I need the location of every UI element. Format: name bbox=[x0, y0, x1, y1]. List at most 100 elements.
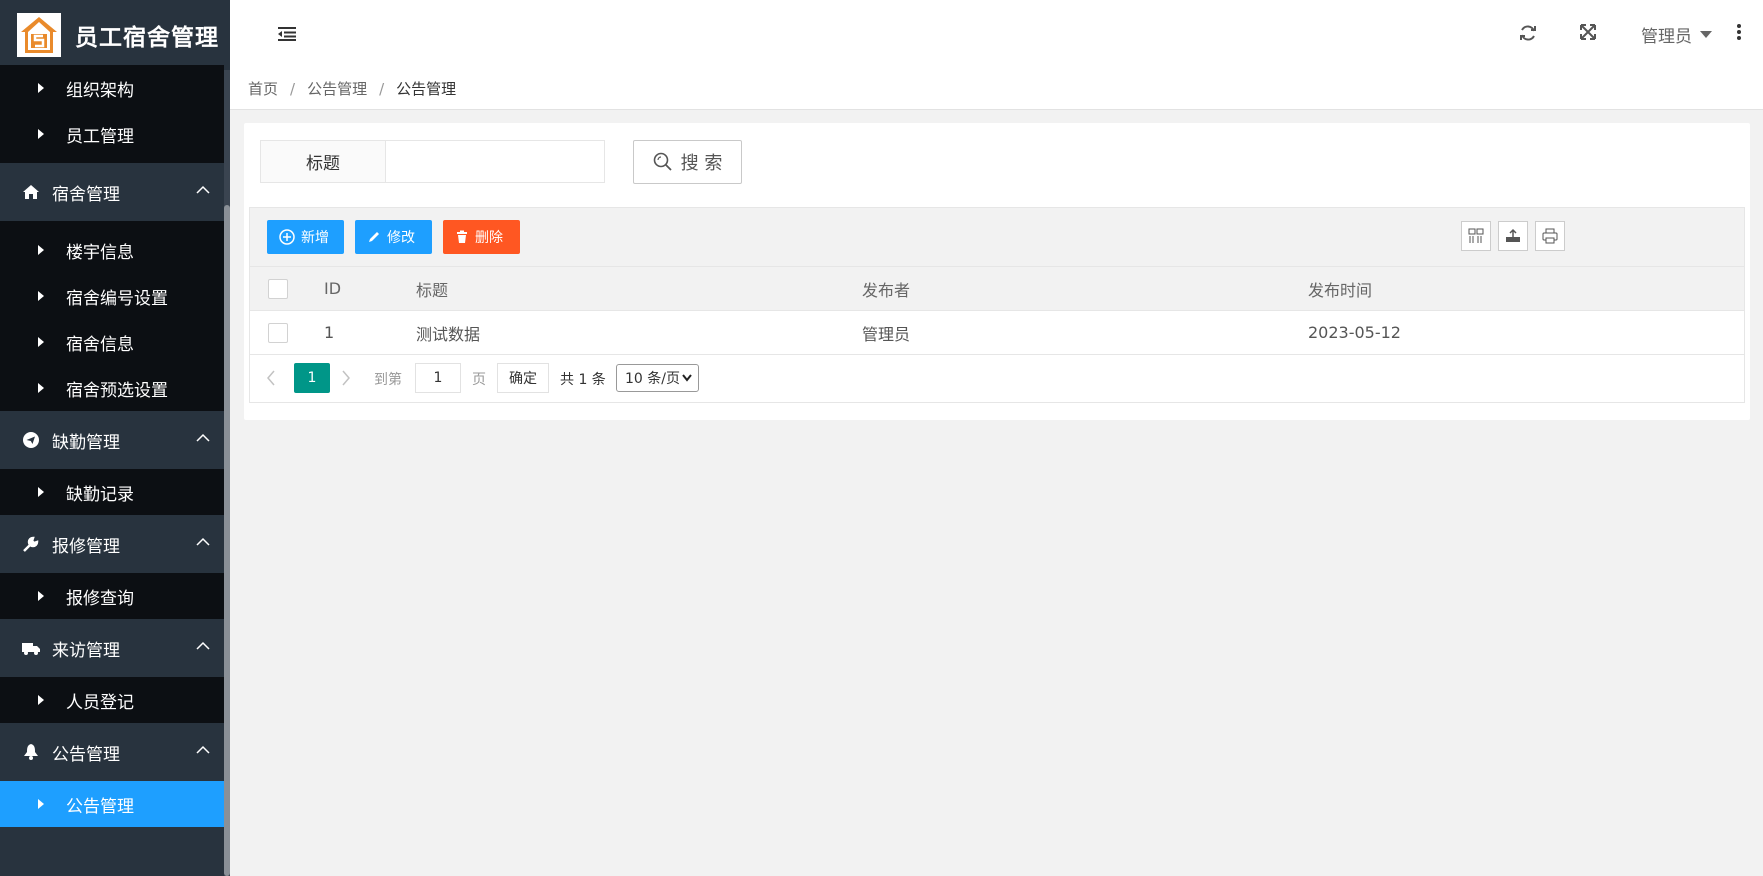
page-current[interactable]: 1 bbox=[294, 363, 330, 393]
print-button[interactable] bbox=[1535, 221, 1565, 251]
add-button-label: 新增 bbox=[301, 230, 329, 246]
sidebar-item-repair-query[interactable]: 报修查询 bbox=[0, 573, 224, 619]
column-header-publisher: 发布者 bbox=[862, 280, 911, 300]
sidebar-item-label: 宿舍编号设置 bbox=[66, 288, 168, 309]
app-title: 员工宿舍管理 bbox=[75, 25, 219, 51]
more-vertical-icon[interactable] bbox=[1736, 24, 1742, 40]
next-page-icon[interactable] bbox=[341, 370, 351, 386]
total-count: 共 1 条 bbox=[560, 372, 606, 388]
sidebar-item-absence-record[interactable]: 缺勤记录 bbox=[0, 469, 224, 515]
search-button[interactable]: 搜 索 bbox=[633, 140, 742, 184]
refresh-icon[interactable] bbox=[1519, 24, 1537, 42]
cell-publisher: 管理员 bbox=[862, 324, 911, 344]
columns-icon bbox=[1468, 228, 1484, 243]
print-icon bbox=[1542, 228, 1558, 244]
caret-right-icon bbox=[38, 83, 44, 93]
wrench-icon bbox=[22, 535, 40, 553]
sidebar-item-label: 报修查询 bbox=[66, 588, 134, 609]
column-header-title: 标题 bbox=[416, 280, 449, 300]
caret-right-icon bbox=[38, 245, 44, 255]
sidebar-menu: 组织架构 员工管理 宿舍管理 楼宇信息 宿舍编号设置 宿舍信息 宿舍预选设置 缺… bbox=[0, 65, 224, 827]
sidebar-item-dorm-info[interactable]: 宿舍信息 bbox=[0, 319, 224, 365]
sidebar: 员工宿舍管理 组织架构 员工管理 宿舍管理 楼宇信息 宿舍编号设置 宿舍信息 宿… bbox=[0, 0, 230, 876]
user-menu[interactable]: 管理员 bbox=[1641, 22, 1712, 47]
breadcrumb-section[interactable]: 公告管理 bbox=[307, 78, 367, 99]
sidebar-item-dorm-number[interactable]: 宿舍编号设置 bbox=[0, 273, 224, 319]
page-size-value: 10 条/页 bbox=[625, 371, 680, 387]
cell-time: 2023-05-12 bbox=[1308, 323, 1401, 342]
search-button-label: 搜 索 bbox=[680, 153, 723, 174]
add-button[interactable]: 新增 bbox=[267, 220, 344, 254]
export-button[interactable] bbox=[1498, 221, 1528, 251]
sidebar-item-building[interactable]: 楼宇信息 bbox=[0, 227, 224, 273]
bell-icon bbox=[22, 743, 40, 761]
edit-button-label: 修改 bbox=[387, 230, 415, 246]
breadcrumb: 首页 / 公告管理 / 公告管理 bbox=[230, 68, 1763, 110]
delete-button[interactable]: 删除 bbox=[443, 220, 520, 254]
goto-confirm-button[interactable]: 确定 bbox=[497, 363, 549, 393]
caret-right-icon bbox=[38, 799, 44, 809]
sidebar-group-absence[interactable]: 缺勤管理 bbox=[0, 411, 224, 469]
add-circle-icon bbox=[279, 229, 295, 245]
cell-title: 测试数据 bbox=[416, 324, 481, 344]
chevron-down-icon bbox=[682, 374, 692, 382]
sidebar-item-label: 宿舍预选设置 bbox=[66, 380, 168, 401]
trash-icon bbox=[457, 230, 467, 243]
columns-filter-button[interactable] bbox=[1461, 221, 1491, 251]
chevron-up-icon bbox=[196, 185, 210, 194]
logo-house-icon bbox=[17, 13, 61, 57]
page-unit-label: 页 bbox=[472, 372, 486, 388]
goto-page-input[interactable]: 1 bbox=[415, 363, 461, 393]
sidebar-item-label: 宿舍信息 bbox=[66, 334, 134, 355]
chevron-up-icon bbox=[196, 433, 210, 442]
caret-right-icon bbox=[38, 591, 44, 601]
prev-page-icon[interactable] bbox=[266, 370, 276, 386]
chevron-up-icon bbox=[196, 537, 210, 546]
caret-down-icon bbox=[1700, 31, 1712, 38]
fullscreen-icon[interactable] bbox=[1580, 24, 1596, 40]
sidebar-group-label: 报修管理 bbox=[52, 536, 120, 557]
caret-right-icon bbox=[38, 487, 44, 497]
send-icon bbox=[22, 431, 40, 449]
pagination: 1 到第 1 页 确定 共 1 条 10 条/页 bbox=[250, 355, 1744, 401]
goto-label: 到第 bbox=[374, 372, 402, 388]
sidebar-item-dorm-preselect[interactable]: 宿舍预选设置 bbox=[0, 365, 224, 411]
sidebar-item-notice[interactable]: 公告管理 bbox=[0, 781, 224, 827]
caret-right-icon bbox=[38, 129, 44, 139]
select-all-checkbox[interactable] bbox=[268, 278, 288, 299]
pencil-icon bbox=[369, 232, 379, 242]
sidebar-group-label: 缺勤管理 bbox=[52, 432, 120, 453]
sidebar-item-label: 楼宇信息 bbox=[66, 242, 134, 263]
user-name: 管理员 bbox=[1641, 27, 1692, 47]
table-header: ID 标题 发布者 发布时间 bbox=[250, 267, 1744, 311]
caret-right-icon bbox=[38, 695, 44, 705]
sidebar-item-label: 人员登记 bbox=[66, 692, 134, 713]
home-icon bbox=[22, 183, 40, 201]
sidebar-item-visitor-register[interactable]: 人员登记 bbox=[0, 677, 224, 723]
sidebar-group-label: 宿舍管理 bbox=[52, 184, 120, 205]
cell-id: 1 bbox=[324, 323, 335, 342]
row-checkbox[interactable] bbox=[268, 322, 288, 343]
page-size-select[interactable]: 10 条/页 bbox=[616, 364, 699, 392]
sidebar-scroll-thumb[interactable] bbox=[224, 205, 230, 876]
search-title-input[interactable] bbox=[385, 140, 605, 183]
search-icon bbox=[653, 152, 672, 171]
menu-toggle-icon[interactable] bbox=[278, 26, 296, 42]
sidebar-group-repair[interactable]: 报修管理 bbox=[0, 515, 224, 573]
sidebar-item-employee[interactable]: 员工管理 bbox=[0, 111, 224, 157]
chevron-up-icon bbox=[196, 745, 210, 754]
sidebar-group-dorm[interactable]: 宿舍管理 bbox=[0, 163, 224, 221]
breadcrumb-home[interactable]: 首页 bbox=[248, 78, 278, 99]
sidebar-group-visitor[interactable]: 来访管理 bbox=[0, 619, 224, 677]
table-toolbar: 新增 修改 删除 bbox=[250, 208, 1744, 267]
search-title-label: 标题 bbox=[260, 140, 386, 183]
sidebar-item-label: 员工管理 bbox=[66, 126, 134, 147]
table-row[interactable]: 1 测试数据 管理员 2023-05-12 bbox=[250, 311, 1744, 355]
column-header-time: 发布时间 bbox=[1308, 280, 1373, 300]
sidebar-item-org[interactable]: 组织架构 bbox=[0, 65, 224, 111]
logo: 员工宿舍管理 bbox=[0, 0, 230, 70]
sidebar-item-label: 组织架构 bbox=[66, 80, 134, 101]
data-table: 新增 修改 删除 ID 标题 发布者 发布时间 1 测试数据 管理员 2023-… bbox=[249, 207, 1745, 403]
sidebar-group-notice[interactable]: 公告管理 bbox=[0, 723, 224, 781]
edit-button[interactable]: 修改 bbox=[355, 220, 432, 254]
